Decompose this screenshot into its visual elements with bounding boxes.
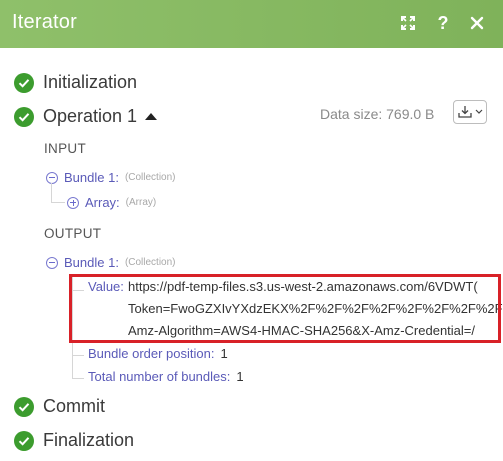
collapse-caret-icon[interactable] — [145, 113, 158, 120]
help-icon[interactable]: ? — [432, 12, 454, 34]
tree-connector — [72, 290, 84, 291]
input-bundle-node[interactable]: Bundle 1: (Collection) — [46, 170, 176, 185]
tree-key: Array: — [85, 195, 120, 210]
check-icon — [14, 396, 34, 417]
step-label: Initialization — [43, 72, 138, 92]
value-text-line: https://pdf-temp-files.s3.us-west-2.amaz… — [128, 279, 478, 294]
tree-key: Bundle order position: — [88, 346, 215, 361]
tree-connector — [51, 183, 52, 203]
check-icon — [14, 72, 34, 93]
expand-icon[interactable] — [67, 196, 79, 209]
tree-key: Value: — [88, 279, 124, 294]
bundle-order-position-node: Bundle order position: 1 — [88, 346, 228, 361]
data-size-label: Data size: 769.0 B — [320, 106, 435, 122]
close-icon[interactable] — [466, 12, 488, 34]
module-title: Iterator — [12, 11, 77, 33]
download-button[interactable] — [453, 100, 487, 124]
tree-type: (Array) — [125, 197, 157, 208]
tree-key: Bundle 1: — [64, 255, 119, 270]
step-label: Operation 1 — [43, 106, 138, 126]
tree-key: Total number of bundles: — [88, 369, 231, 384]
step-label: Commit — [43, 396, 105, 416]
step-commit[interactable]: Commit — [14, 396, 105, 417]
step-operation-1[interactable]: Operation 1 — [14, 106, 158, 127]
input-array-node[interactable]: Array: (Array) — [67, 195, 156, 210]
tree-type: (Collection) — [124, 172, 176, 183]
total-bundles-node: Total number of bundles: 1 — [88, 369, 244, 384]
tree-value: 1 — [236, 369, 244, 384]
step-finalization[interactable]: Finalization — [14, 430, 134, 451]
check-icon — [14, 106, 34, 127]
input-section-label: INPUT — [44, 141, 86, 156]
collapse-icon[interactable] — [46, 256, 58, 269]
value-text-line: Amz-Algorithm=AWS4-HMAC-SHA256&X-Amz-Cre… — [128, 323, 476, 338]
tree-type: (Collection) — [124, 257, 176, 268]
tree-connector — [51, 202, 65, 203]
collapse-icon[interactable] — [46, 171, 58, 184]
step-initialization[interactable]: Initialization — [14, 72, 137, 93]
tree-value: 1 — [220, 346, 228, 361]
check-icon — [14, 430, 34, 451]
value-text-line: Token=FwoGZXIvYXdzEKX%2F%2F%2F%2F%2F%2F%… — [128, 301, 503, 316]
expand-icon[interactable] — [397, 12, 419, 34]
tree-connector — [72, 378, 84, 379]
output-value-node[interactable]: Value: https://pdf-temp-files.s3.us-west… — [88, 276, 503, 338]
step-label: Finalization — [43, 430, 135, 450]
output-bundle-node[interactable]: Bundle 1: (Collection) — [46, 255, 176, 270]
module-header: Iterator ? — [0, 0, 503, 48]
tree-key: Bundle 1: — [64, 170, 119, 185]
output-section-label: OUTPUT — [44, 226, 102, 241]
tree-connector — [72, 355, 84, 356]
